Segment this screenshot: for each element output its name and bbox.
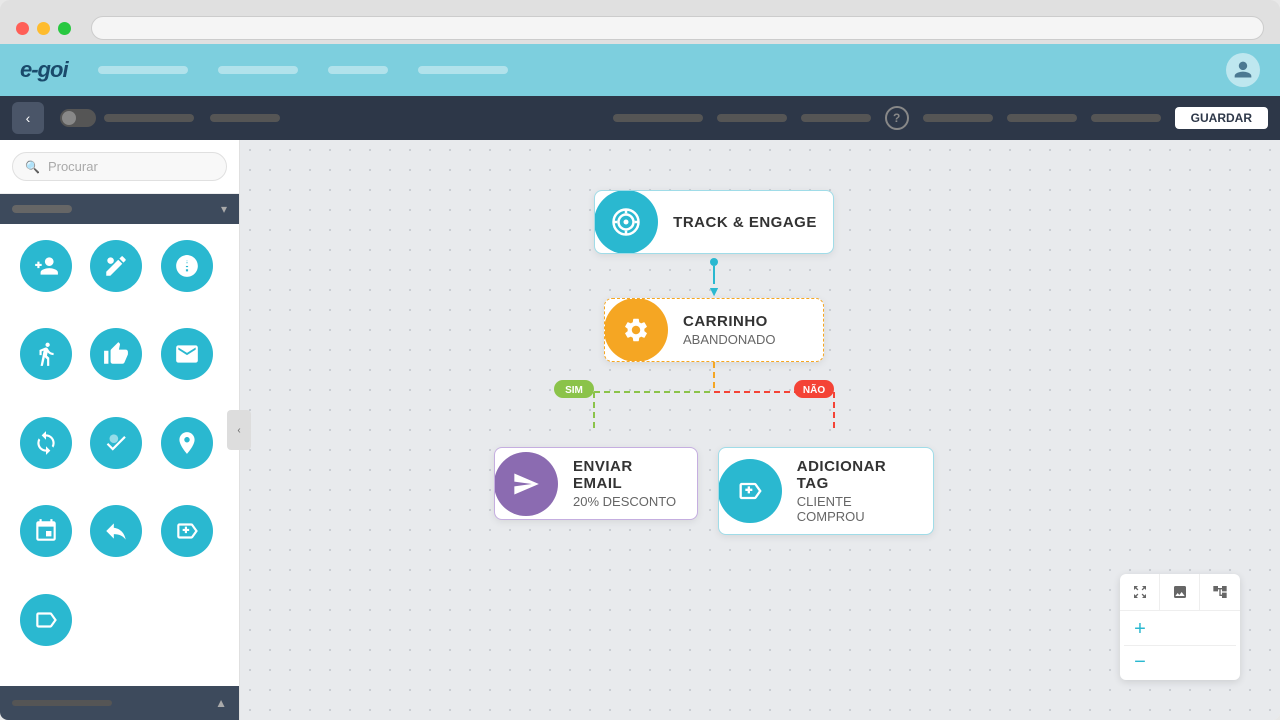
top-nav: e-goi [0,44,1280,96]
like-button[interactable] [90,328,142,380]
canvas-area[interactable]: TRACK & ENGAGE ▼ [240,140,1280,720]
search-input-wrapper[interactable]: 🔍 Procurar [12,152,227,181]
icon-grid [0,224,239,686]
nav-link-4[interactable] [418,66,508,74]
add-contact-button[interactable] [20,240,72,292]
help-icon[interactable]: ? [885,106,909,130]
toggle-thumb [62,111,76,125]
search-bar: 🔍 Procurar [0,140,239,194]
money-contact-button[interactable] [161,240,213,292]
flow-diagram: TRACK & ENGAGE ▼ [484,190,944,535]
toggle-label [104,114,194,122]
track-engage-text: TRACK & ENGAGE [657,204,833,241]
back-button[interactable]: ‹ [12,102,44,134]
sub-nav-right: ? GUARDAR [613,106,1268,130]
zoom-divider [1124,645,1236,646]
location-button[interactable] [161,417,213,469]
nav-link-1[interactable] [98,66,188,74]
enviar-email-title: ENVIAR EMAIL [573,458,681,492]
toggle-switch[interactable] [60,109,194,127]
user-check-button[interactable] [90,417,142,469]
adicionar-tag-subtitle: CLIENTE COMPROU [797,494,917,524]
email-button[interactable] [161,328,213,380]
sub-nav-btn-7[interactable] [1091,114,1161,122]
sub-nav-btn-3[interactable] [717,114,787,122]
connector-arrow-1: ▼ [707,284,721,298]
connector-line-1 [713,266,715,284]
sub-nav-btn-6[interactable] [1007,114,1077,122]
sub-nav-btn-4[interactable] [801,114,871,122]
browser-close-btn[interactable] [16,22,29,35]
sub-nav-btn-1[interactable] [210,114,280,122]
nav-link-2[interactable] [218,66,298,74]
branch-nodes: ENVIAR EMAIL 20% DESCONTO [484,447,944,535]
sync-button[interactable] [20,417,72,469]
tree-button[interactable] [1200,574,1240,610]
calendar-button[interactable] [20,505,72,557]
svg-text:SIM: SIM [565,385,583,396]
zoom-in-button[interactable]: + [1124,615,1156,643]
sub-nav-btn-2[interactable] [613,114,703,122]
connector-dot-1 [710,258,718,266]
save-button[interactable]: GUARDAR [1175,107,1268,129]
search-icon: 🔍 [25,160,40,174]
app-wrapper: e-goi ‹ ? GUARDAR [0,44,1280,720]
nav-link-3[interactable] [328,66,388,74]
enviar-email-text: ENVIAR EMAIL 20% DESCONTO [557,448,697,519]
action-button[interactable] [20,328,72,380]
track-engage-node[interactable]: TRACK & ENGAGE [594,190,834,254]
carrinho-icon [604,298,668,362]
image-button[interactable] [1160,574,1200,610]
category-label [12,205,72,213]
reply-button[interactable] [90,505,142,557]
collapse-sidebar-button[interactable]: ‹ [227,410,251,450]
mini-toolbar: + − [1120,574,1240,680]
category-header[interactable]: ▾ [0,194,239,224]
adicionar-tag-icon [718,459,782,523]
branch-area: SIM NÃO [484,362,944,535]
fit-view-button[interactable] [1120,574,1160,610]
sub-nav-btn-5[interactable] [923,114,993,122]
address-bar[interactable] [91,16,1264,40]
sidebar-footer: ▲ [0,686,239,720]
tag-button[interactable] [20,594,72,646]
tag-add-button[interactable] [161,505,213,557]
mini-toolbar-bottom: + − [1120,611,1240,680]
browser-chrome [0,0,1280,44]
enviar-email-icon [494,452,558,516]
search-placeholder: Procurar [48,159,98,174]
footer-bar [12,700,112,706]
carrinho-subtitle: ABANDONADO [683,332,775,347]
browser-minimize-btn[interactable] [37,22,50,35]
sidebar: 🔍 Procurar ▾ [0,140,240,720]
zoom-out-button[interactable]: − [1124,648,1156,676]
adicionar-tag-title: ADICIONAR TAG [797,458,917,492]
track-engage-icon [594,190,658,254]
main-content: 🔍 Procurar ▾ [0,140,1280,720]
carrinho-node[interactable]: CARRINHO ABANDONADO [604,298,824,362]
adicionar-tag-node[interactable]: ADICIONAR TAG CLIENTE COMPROU [718,447,934,535]
svg-text:NÃO: NÃO [803,383,825,396]
edit-contact-button[interactable] [90,240,142,292]
enviar-email-node[interactable]: ENVIAR EMAIL 20% DESCONTO [494,447,698,520]
adicionar-tag-text: ADICIONAR TAG CLIENTE COMPROU [781,448,933,534]
carrinho-text: CARRINHO ABANDONADO [667,303,791,357]
track-engage-title: TRACK & ENGAGE [673,214,817,231]
sub-nav: ‹ ? GUARDAR [0,96,1280,140]
branch-lines-svg: SIM NÃO [484,362,944,442]
mini-toolbar-top [1120,574,1240,611]
enviar-email-subtitle: 20% DESCONTO [573,494,681,509]
brand-logo[interactable]: e-goi [20,57,68,83]
carrinho-title: CARRINHO [683,313,775,330]
toggle-track[interactable] [60,109,96,127]
user-avatar[interactable] [1226,53,1260,87]
connector-1: ▼ [707,254,721,298]
chevron-down-icon[interactable]: ▾ [221,202,227,216]
browser-maximize-btn[interactable] [58,22,71,35]
footer-chevron-up-icon[interactable]: ▲ [215,696,227,710]
